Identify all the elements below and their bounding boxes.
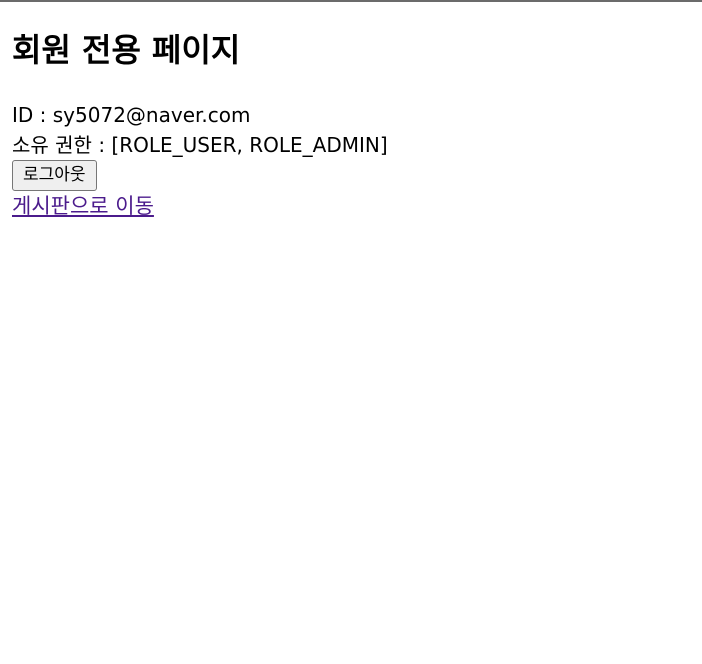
member-page: 회원 전용 페이지 ID : sy5072@naver.com 소유 권한 : …: [12, 26, 692, 221]
user-roles-line: 소유 권한 : [ROLE_USER, ROLE_ADMIN]: [12, 130, 692, 160]
user-id-label: ID: [12, 103, 34, 127]
user-roles-label: 소유 권한: [12, 133, 92, 157]
user-roles-value: [ROLE_USER, ROLE_ADMIN]: [111, 133, 388, 157]
window-top-border: [0, 0, 702, 2]
user-info: ID : sy5072@naver.com 소유 권한 : [ROLE_USER…: [12, 100, 692, 160]
logout-button[interactable]: 로그아웃: [12, 160, 97, 191]
user-id-separator: :: [33, 103, 53, 127]
board-link[interactable]: 게시판으로 이동: [12, 191, 154, 221]
user-id-value: sy5072@naver.com: [52, 103, 251, 127]
user-roles-separator: :: [91, 133, 112, 157]
user-id-line: ID : sy5072@naver.com: [12, 100, 692, 130]
page-title: 회원 전용 페이지: [12, 31, 241, 69]
